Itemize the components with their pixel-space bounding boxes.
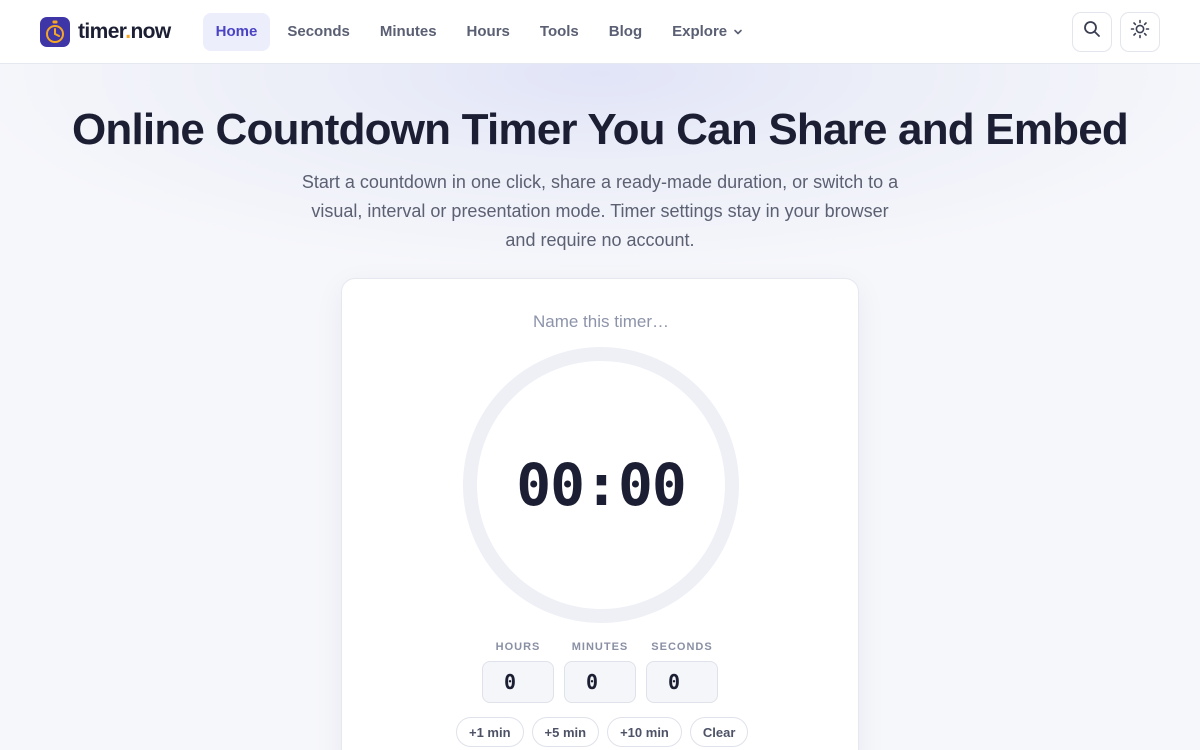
page-title: Online Countdown Timer You Can Share and… [72, 105, 1129, 154]
minutes-input[interactable] [564, 661, 636, 703]
nav-item-seconds[interactable]: Seconds [274, 13, 363, 51]
seconds-input[interactable] [646, 661, 718, 703]
header-actions [1072, 11, 1160, 52]
timer-ring: 00:00 [463, 347, 739, 623]
seconds-field: SECONDS [646, 641, 718, 703]
page-subtitle: Start a countdown in one click, share a … [301, 172, 899, 250]
duration-fields: HOURS MINUTES SECONDS [482, 641, 718, 703]
minutes-field: MINUTES [564, 641, 636, 703]
main-nav: Home Seconds Minutes Hours Tools Blog Ex… [202, 12, 756, 51]
hero-section: Online Countdown Timer You Can Share and… [0, 104, 1200, 255]
nav-item-explore[interactable]: Explore [659, 13, 756, 51]
add-10-min-button[interactable]: +10 min [607, 717, 682, 747]
stopwatch-icon [40, 16, 70, 47]
time-display: 00:00 [516, 451, 687, 519]
chevron-down-icon [733, 27, 743, 37]
logo-text: timer.now [78, 19, 171, 43]
nav-item-tools[interactable]: Tools [527, 13, 592, 51]
search-button[interactable] [1072, 11, 1112, 52]
timer-card: 00:00 HOURS MINUTES SECONDS +1 min +5 mi… [341, 278, 859, 750]
add-5-min-button[interactable]: +5 min [531, 717, 600, 747]
search-icon [1083, 20, 1101, 43]
timer-name-input[interactable] [451, 307, 751, 337]
nav-item-blog[interactable]: Blog [596, 13, 655, 51]
nav-item-minutes[interactable]: Minutes [367, 13, 450, 51]
hours-label: HOURS [495, 641, 541, 653]
add-1-min-button[interactable]: +1 min [456, 717, 524, 747]
sun-icon [1130, 19, 1150, 44]
site-logo[interactable]: timer.now [40, 16, 171, 47]
hours-input[interactable] [482, 661, 554, 703]
clear-button[interactable]: Clear [689, 717, 749, 747]
theme-toggle-button[interactable] [1120, 11, 1160, 52]
hours-field: HOURS [482, 641, 554, 703]
nav-item-hours[interactable]: Hours [454, 13, 523, 51]
seconds-label: SECONDS [651, 641, 713, 653]
site-header: timer.now Home Seconds Minutes Hours Too… [0, 0, 1200, 64]
nav-item-home[interactable]: Home [202, 12, 271, 51]
minutes-label: MINUTES [571, 641, 629, 653]
quick-actions: +1 min +5 min +10 min Clear [456, 717, 749, 747]
